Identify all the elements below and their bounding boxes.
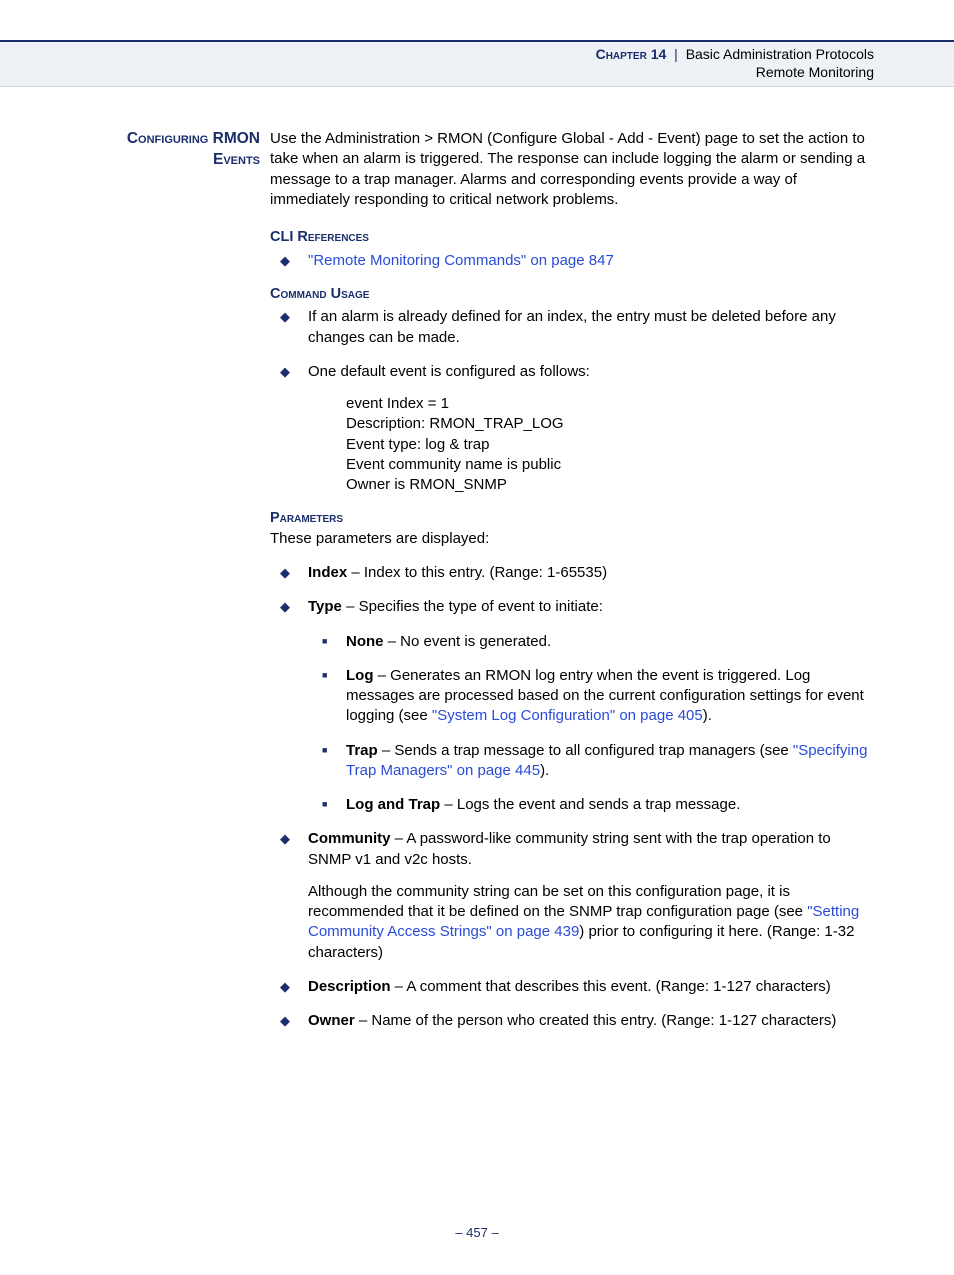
parameters-label: Parameters (270, 509, 874, 529)
param-index-desc: – Index to this entry. (Range: 1-65535) (347, 564, 607, 581)
page-header: Chapter 14 | Basic Administration Protoc… (0, 40, 954, 87)
subparam-trap-pre: – Sends a trap message to all configured… (378, 742, 793, 759)
param-index-name: Index (308, 564, 347, 581)
param-type-sublist: None – No event is generated. Log – Gene… (308, 632, 874, 816)
subparam-trap: Trap – Sends a trap message to all confi… (308, 741, 874, 782)
command-usage-label: Command Usage (270, 285, 874, 305)
param-description-name: Description (308, 978, 391, 995)
page-number: – 457 – (0, 1225, 954, 1240)
param-community: Community – A password-like community st… (270, 829, 874, 963)
subparam-none-name: None (346, 633, 384, 650)
side-heading: Configuring RMON Events (80, 129, 270, 1045)
subparam-trap-name: Trap (346, 742, 378, 759)
param-index: Index – Index to this entry. (Range: 1-6… (270, 563, 874, 583)
subparam-log: Log – Generates an RMON log entry when t… (308, 666, 874, 727)
subparam-none-desc: – No event is generated. (384, 633, 552, 650)
parameters-list: Index – Index to this entry. (Range: 1-6… (270, 563, 874, 1031)
cli-references-label: CLI References (270, 228, 874, 248)
cli-ref-link[interactable]: "Remote Monitoring Commands" on page 847 (308, 252, 614, 269)
subparam-logtrap: Log and Trap – Logs the event and sends … (308, 795, 874, 815)
subparam-log-post: ). (703, 707, 712, 724)
param-community-name: Community (308, 830, 391, 847)
subparam-none: None – No event is generated. (308, 632, 874, 652)
community-note-pre: Although the community string can be set… (308, 883, 807, 920)
parameters-intro: These parameters are displayed: (270, 529, 874, 549)
subparam-logtrap-name: Log and Trap (346, 796, 440, 813)
main-column: Use the Administration > RMON (Configure… (270, 129, 874, 1045)
chapter-label: Chapter 14 (596, 46, 667, 62)
header-subtitle: Remote Monitoring (0, 64, 874, 80)
param-description-desc: – A comment that describes this event. (… (391, 978, 831, 995)
subparam-log-name: Log (346, 667, 374, 684)
cmd-usage-item-2: One default event is configured as follo… (270, 362, 874, 496)
content-area: Configuring RMON Events Use the Administ… (0, 87, 954, 1045)
subparam-log-link[interactable]: "System Log Configuration" on page 405 (432, 707, 703, 724)
param-type: Type – Specifies the type of event to in… (270, 597, 874, 815)
event-codeblock: event Index = 1 Description: RMON_TRAP_L… (346, 394, 874, 495)
param-type-desc: – Specifies the type of event to initiat… (342, 598, 603, 615)
param-description: Description – A comment that describes t… (270, 977, 874, 997)
param-community-note: Although the community string can be set… (308, 882, 874, 963)
subparam-trap-post: ). (540, 762, 549, 779)
intro-paragraph: Use the Administration > RMON (Configure… (270, 129, 874, 210)
cmd-usage-item-2-text: One default event is configured as follo… (308, 363, 590, 380)
command-usage-list: If an alarm is already defined for an in… (270, 307, 874, 495)
header-divider: | (670, 46, 682, 62)
cmd-usage-item-1: If an alarm is already defined for an in… (270, 307, 874, 348)
subparam-logtrap-desc: – Logs the event and sends a trap messag… (440, 796, 740, 813)
param-owner: Owner – Name of the person who created t… (270, 1011, 874, 1031)
cli-references-list: "Remote Monitoring Commands" on page 847 (270, 251, 874, 271)
header-title: Basic Administration Protocols (686, 46, 874, 62)
header-line-1: Chapter 14 | Basic Administration Protoc… (0, 46, 874, 62)
param-owner-name: Owner (308, 1012, 355, 1029)
param-owner-desc: – Name of the person who created this en… (355, 1012, 837, 1029)
param-type-name: Type (308, 598, 342, 615)
cli-ref-item: "Remote Monitoring Commands" on page 847 (270, 251, 874, 271)
